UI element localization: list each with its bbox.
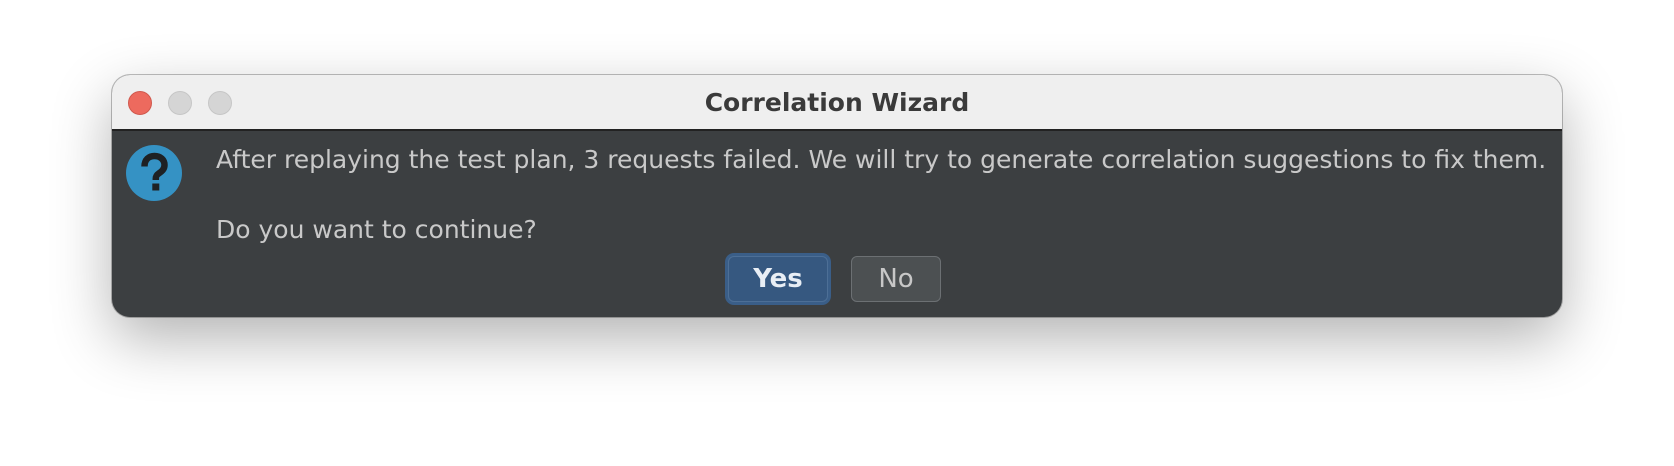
yes-button[interactable]: Yes: [728, 256, 828, 302]
window-title: Correlation Wizard: [704, 88, 970, 117]
dialog-message: After replaying the test plan, 3 request…: [216, 145, 1547, 174]
dialog-window: Correlation Wizard After replaying the t…: [112, 75, 1562, 317]
dialog-question: Do you want to continue?: [216, 215, 537, 244]
no-button[interactable]: No: [851, 256, 941, 302]
question-icon: [126, 145, 182, 201]
title-bar[interactable]: Correlation Wizard: [112, 75, 1562, 131]
